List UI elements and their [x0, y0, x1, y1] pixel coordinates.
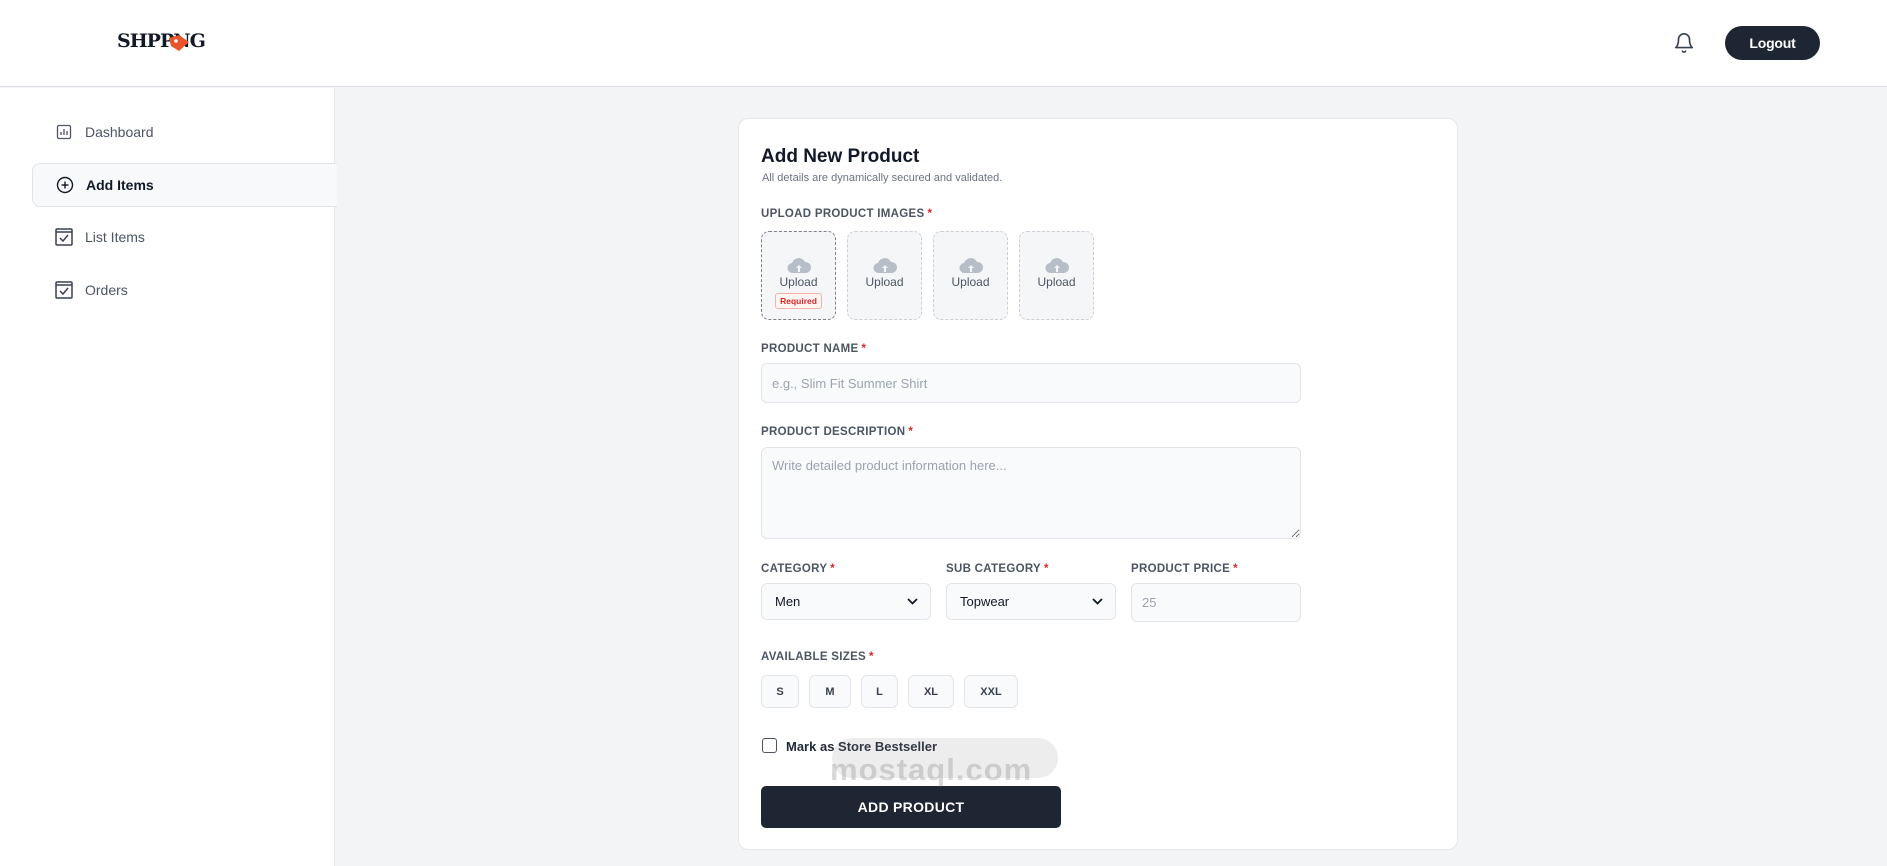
product-price-input[interactable]	[1131, 583, 1301, 622]
sizes-label: AVAILABLE SIZES *	[761, 651, 874, 663]
cloud-upload-icon	[786, 258, 811, 274]
upload-label: Upload	[779, 275, 818, 289]
upload-slot-2[interactable]: Upload	[847, 231, 922, 320]
watermark: mostaql.com	[830, 752, 1033, 787]
brand-logo[interactable]: SHPPNG	[117, 24, 206, 58]
sidebar-item-add-items[interactable]: Add Items	[32, 163, 337, 207]
sidebar: Dashboard Add Items List Items Orders	[0, 88, 337, 866]
sidebar-item-orders[interactable]: Orders	[32, 268, 337, 312]
sidebar-item-dashboard[interactable]: Dashboard	[32, 110, 337, 154]
tag-icon	[169, 35, 189, 51]
subcategory-value: Topwear	[960, 594, 1010, 609]
size-xxl-button[interactable]: XXL	[964, 675, 1018, 708]
chart-icon	[55, 123, 73, 141]
check-square-icon	[55, 228, 73, 246]
check-square-icon	[55, 281, 73, 299]
subcategory-label: SUB CATEGORY *	[946, 563, 1049, 575]
size-l-button[interactable]: L	[861, 675, 898, 708]
upload-slot-1[interactable]: Upload Required	[761, 231, 836, 320]
required-badge: Required	[775, 293, 822, 309]
page-subtitle: All details are dynamically secured and …	[762, 172, 1003, 184]
product-name-label: PRODUCT NAME *	[761, 343, 867, 355]
product-description-input[interactable]	[761, 447, 1301, 539]
upload-label: Upload	[951, 275, 990, 289]
subcategory-select[interactable]: Topwear	[946, 583, 1116, 620]
bell-icon[interactable]	[1673, 31, 1695, 55]
size-s-button[interactable]: S	[761, 675, 799, 708]
size-xl-button[interactable]: XL	[908, 675, 954, 708]
sidebar-item-label: Orders	[85, 282, 128, 298]
cloud-upload-icon	[1044, 258, 1069, 274]
category-value: Men	[775, 594, 801, 609]
product-name-input[interactable]	[761, 363, 1301, 403]
images-label: UPLOAD PRODUCT IMAGES *	[761, 208, 933, 220]
cloud-upload-icon	[872, 258, 897, 274]
upload-label: Upload	[865, 275, 904, 289]
category-select[interactable]: Men	[761, 583, 931, 620]
logout-button[interactable]: Logout	[1725, 26, 1820, 60]
bestseller-checkbox[interactable]	[762, 738, 777, 753]
page-title: Add New Product	[761, 146, 920, 167]
product-description-label: PRODUCT DESCRIPTION *	[761, 426, 914, 438]
sidebar-item-list-items[interactable]: List Items	[32, 215, 337, 259]
top-header: SHPPNG Logout	[0, 0, 1887, 87]
sidebar-item-label: Add Items	[86, 177, 154, 193]
price-label: PRODUCT PRICE *	[1131, 563, 1238, 575]
chevron-down-icon	[907, 598, 918, 605]
cloud-upload-icon	[958, 258, 983, 274]
size-m-button[interactable]: M	[809, 675, 851, 708]
plus-circle-icon	[56, 176, 74, 194]
upload-label: Upload	[1037, 275, 1076, 289]
chevron-down-icon	[1092, 598, 1103, 605]
upload-slot-3[interactable]: Upload	[933, 231, 1008, 320]
sidebar-item-label: List Items	[85, 229, 145, 245]
add-product-button[interactable]: ADD PRODUCT	[761, 786, 1061, 828]
category-label: CATEGORY *	[761, 563, 836, 575]
logo-wordmark: SHPPNG	[117, 30, 206, 52]
upload-slot-4[interactable]: Upload	[1019, 231, 1094, 320]
sidebar-item-label: Dashboard	[85, 124, 154, 140]
